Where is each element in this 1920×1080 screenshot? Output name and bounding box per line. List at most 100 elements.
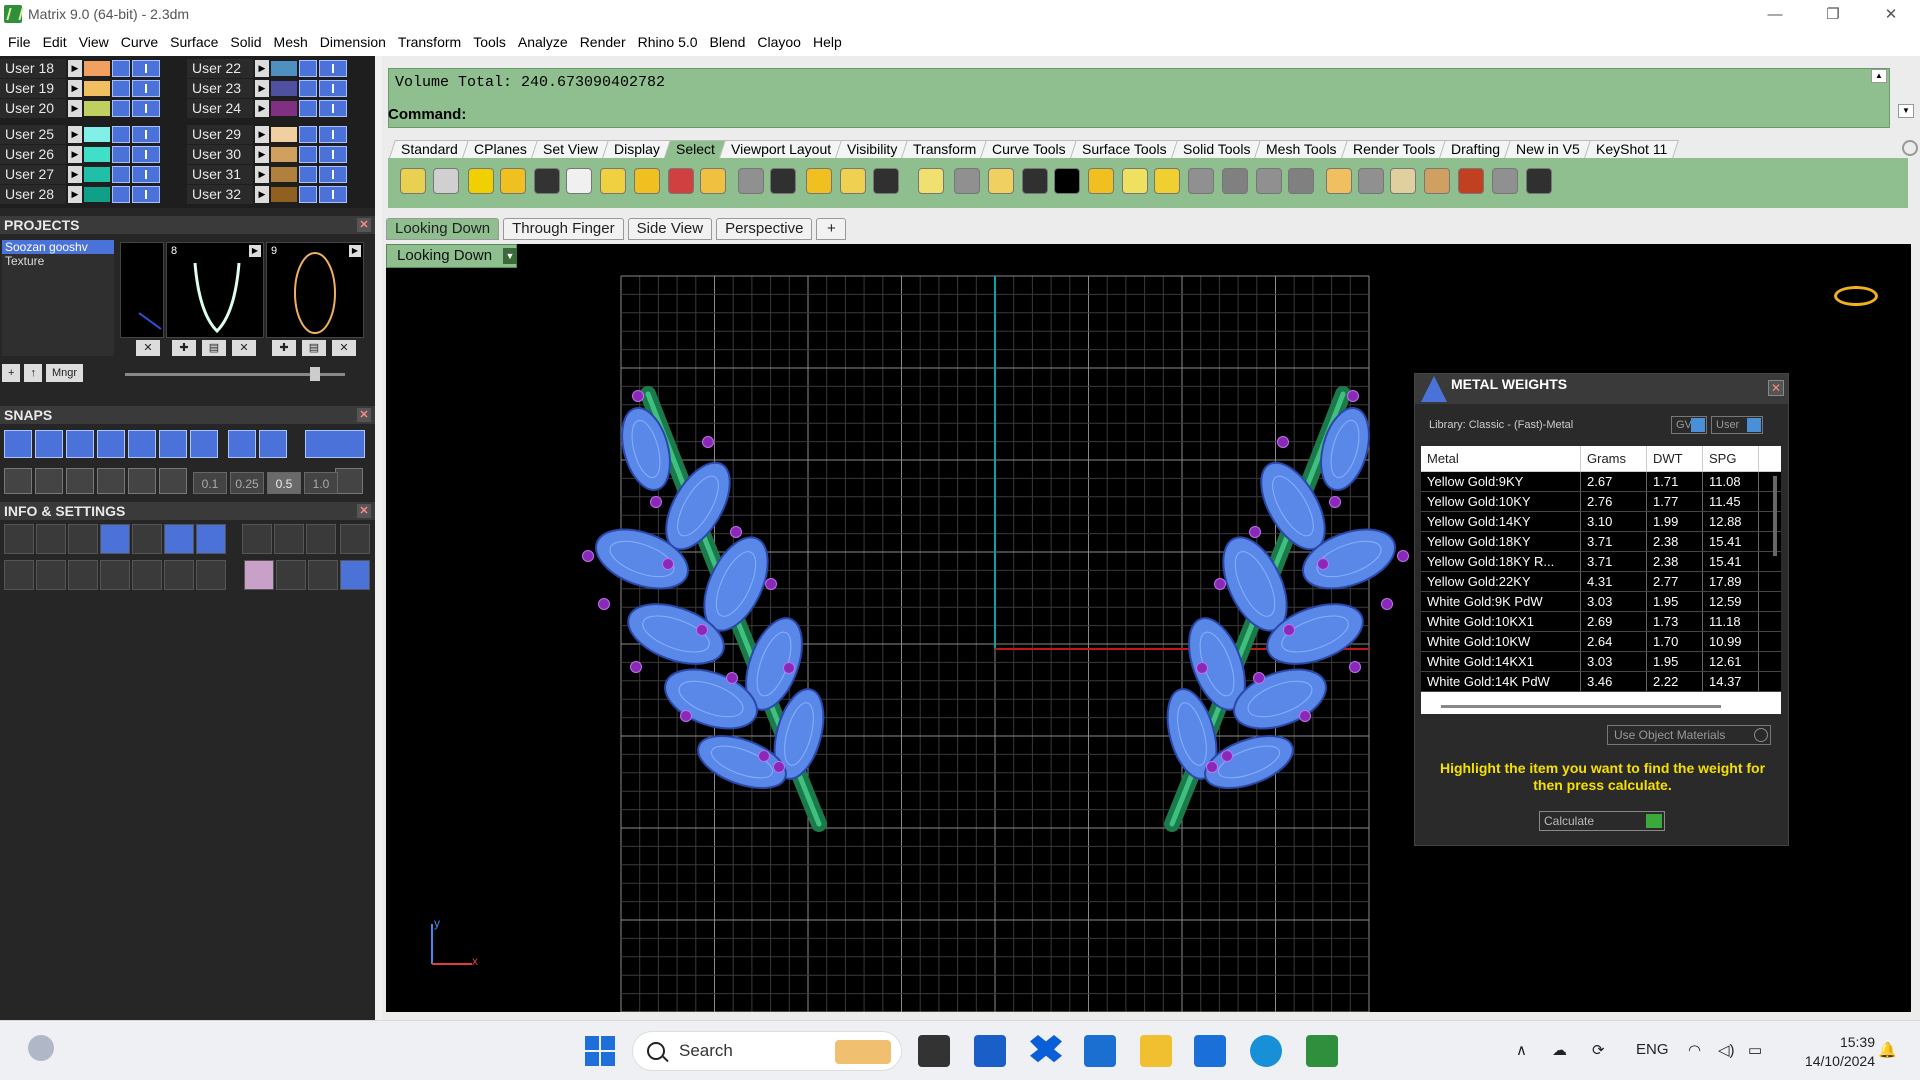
layer-name[interactable]: User 20 [0,98,66,118]
layer-name[interactable]: User 32 [187,184,253,204]
start-button[interactable] [585,1036,615,1066]
expand-arrow-icon[interactable]: ▶ [255,125,269,143]
snap-value[interactable]: 0.25 [230,472,264,494]
cube-icon[interactable] [196,524,226,554]
calculate-button[interactable]: Calculate [1539,811,1665,831]
menu-view[interactable]: View [73,34,115,50]
project-thumbnail[interactable]: 9 ▶ [266,242,364,338]
layer-name[interactable]: User 18 [0,58,66,78]
tab-side-view[interactable]: Side View [627,218,713,240]
table-row[interactable]: White Gold:14KX1 3.03 1.95 12.61 [1421,652,1781,672]
layer-row[interactable]: User 26 ▶ [0,144,180,164]
select-dim-icon[interactable] [988,168,1014,194]
visibility-icon[interactable] [319,125,347,143]
weather-icon[interactable] [28,1035,54,1061]
scroll-up-icon[interactable]: ▲ [1871,69,1887,83]
store-icon[interactable] [974,1035,1006,1067]
expand-arrow-icon[interactable]: ▶ [255,145,269,163]
lock-icon[interactable] [299,145,317,163]
layer-name[interactable]: User 30 [187,144,253,164]
edge-icon[interactable] [1250,1035,1282,1067]
lock-icon[interactable] [299,125,317,143]
select-box-icon[interactable] [1088,168,1114,194]
select-window-icon[interactable] [566,168,592,194]
column-grams[interactable]: Grams [1581,446,1647,471]
select-sphere-icon[interactable] [1054,168,1080,194]
close-button[interactable]: ✕ [1862,0,1920,28]
layer-row[interactable]: User 19 ▶ [0,78,180,98]
delete-icon[interactable]: ✕ [136,340,160,356]
menu-curve[interactable]: Curve [115,34,164,50]
table-row[interactable]: Yellow Gold:14KY 3.10 1.99 12.88 [1421,512,1781,532]
sun-icon[interactable] [242,524,272,554]
menu-rhino5[interactable]: Rhino 5.0 [632,34,704,50]
table-row[interactable]: Yellow Gold:18KY R... 3.71 2.38 15.41 [1421,552,1781,572]
delete-icon[interactable]: ✕ [232,340,256,356]
layer-row[interactable]: User 31 ▶ [187,164,367,184]
snap-toggle-icon[interactable] [305,430,365,458]
select-circle-icon[interactable] [1188,168,1214,194]
menu-render[interactable]: Render [574,34,632,50]
menu-solid[interactable]: Solid [224,34,267,50]
visibility-icon[interactable] [319,185,347,203]
layer-color-swatch[interactable] [84,100,110,116]
gear-icon[interactable] [1902,140,1918,156]
scroll-down-icon[interactable]: ▼ [1898,104,1914,118]
snap-value[interactable]: 1.0 [304,472,338,494]
matrix-taskbar-icon[interactable] [1306,1035,1338,1067]
expand-arrow-icon[interactable]: ▶ [255,59,269,77]
toolbar-tab[interactable]: New in V5 [1503,140,1592,158]
column-dwt[interactable]: DWT [1647,446,1703,471]
invert-selection-icon[interactable] [468,168,494,194]
layer-row[interactable]: User 20 ▶ [0,98,180,118]
snap-end-icon[interactable] [4,430,32,458]
settings-gear-icon[interactable] [4,524,34,554]
task-view-icon[interactable] [918,1035,950,1067]
expand-arrow-icon[interactable]: ▶ [68,165,82,183]
layer-color-swatch[interactable] [84,126,110,142]
project-thumbnail[interactable] [120,242,164,338]
column-metal[interactable]: Metal [1421,446,1581,471]
menu-blend[interactable]: Blend [704,34,752,50]
select-group-icon[interactable] [1022,168,1048,194]
lock-icon[interactable] [112,59,130,77]
visibility-icon[interactable] [132,99,160,117]
layer-name[interactable]: User 24 [187,98,253,118]
list-icon[interactable] [196,560,226,590]
document-icon[interactable] [132,524,162,554]
figure-alt-icon[interactable] [340,560,370,590]
slider-handle[interactable] [310,367,320,381]
dropdown-arrow-icon[interactable]: ▼ [503,248,517,264]
project-thumbnail[interactable]: 8 ▶ [166,242,264,338]
snap-perp-icon[interactable] [190,430,218,458]
user-toggle[interactable]: User [1711,416,1763,434]
layer-row[interactable]: User 22 ▶ [187,58,367,78]
layer-color-swatch[interactable] [84,186,110,202]
grid-icon[interactable] [4,468,32,494]
printer-icon[interactable] [68,524,98,554]
expand-arrow-icon[interactable]: ▶ [68,145,82,163]
lock-icon[interactable] [299,185,317,203]
layer-color-swatch[interactable] [84,166,110,182]
onedrive-icon[interactable]: ☁ [1552,1041,1567,1059]
viewport-label[interactable]: Looking Down [386,244,518,268]
select-none-icon[interactable] [433,168,459,194]
select-mesh-icon[interactable] [1222,168,1248,194]
toolbar-tab[interactable]: Solid Tools [1170,140,1262,158]
file-explorer-icon[interactable] [1140,1035,1172,1067]
layer-color-swatch[interactable] [271,186,297,202]
select-points-alt-icon[interactable] [770,168,796,194]
lock-icon[interactable] [112,79,130,97]
menu-surface[interactable]: Surface [164,34,224,50]
planar-icon[interactable] [66,468,94,494]
select-curves-icon[interactable] [700,168,726,194]
select-last-icon[interactable] [500,168,526,194]
battery-icon[interactable]: ▭ [1748,1041,1762,1059]
save-icon[interactable]: ▤ [302,340,326,356]
dropbox-icon[interactable] [1030,1035,1062,1063]
play-icon[interactable]: ▶ [349,245,361,257]
use-object-materials[interactable]: Use Object Materials [1607,725,1771,745]
visibility-icon[interactable] [319,79,347,97]
add-icon[interactable]: ✚ [272,340,296,356]
frame-alt-icon[interactable] [306,524,336,554]
